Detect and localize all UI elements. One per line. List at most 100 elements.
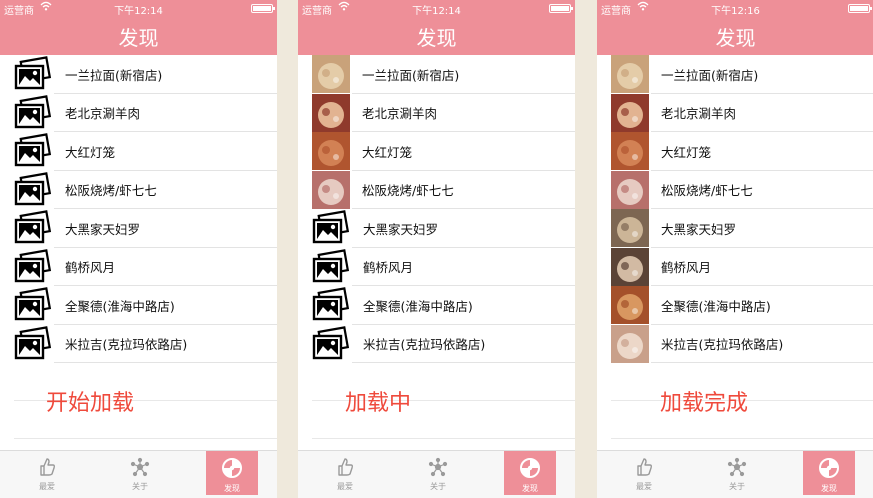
list-item[interactable]: 大红灯笼 — [298, 132, 575, 171]
restaurant-name: 鹤桥风月 — [363, 260, 414, 276]
list-item[interactable]: 大红灯笼 — [0, 132, 277, 171]
row-divider — [312, 438, 575, 439]
list-item[interactable]: 米拉吉(克拉玛依路店) — [0, 325, 277, 363]
restaurant-photo — [611, 324, 649, 363]
tab-favorites[interactable]: 最爱 — [21, 451, 73, 495]
tab-label: 发现 — [224, 484, 240, 493]
discover-icon — [221, 451, 243, 481]
thumbs-up-icon — [335, 451, 355, 479]
tab-label: 发现 — [821, 484, 837, 493]
restaurant-name: 全聚德(淮海中路店) — [65, 298, 175, 314]
tab-bar: 最爱 关于 发现 — [298, 450, 575, 498]
tab-about[interactable]: 关于 — [114, 451, 166, 495]
restaurant-list: 一兰拉面(新宿店) 老北京涮羊肉 大红灯笼松阪烧烤/虾七七大黑家天妇罗 鹤桥风月全聚德… — [597, 55, 873, 363]
phone-screen-2: 运营商 下午12:14 发现 一兰拉面(新宿店) 老北京涮羊肉 大红灯笼 松阪烧烤/虾七七大… — [298, 0, 575, 498]
tab-favorites[interactable]: 最爱 — [319, 451, 371, 495]
restaurant-name: 鹤桥风月 — [661, 260, 712, 276]
tab-discover[interactable]: 发现 — [504, 451, 556, 495]
list-item[interactable]: 鹤桥风月 — [298, 248, 575, 286]
list-item[interactable]: 大红灯笼 — [597, 132, 873, 171]
restaurant-list: 一兰拉面(新宿店) 老北京涮羊肉 大红灯笼松阪烧烤/虾七七大黑家天妇罗鹤桥风月全聚德… — [0, 55, 277, 363]
tab-favorites[interactable]: 最爱 — [618, 451, 670, 495]
restaurant-photo — [312, 55, 350, 94]
phone-screen-3: 运营商 下午12:16 发现 一兰拉面(新宿店) 老北京涮羊肉 大红灯笼松阪烧烤/虾七七大… — [597, 0, 873, 498]
image-placeholder-icon — [13, 210, 53, 246]
discover-icon — [818, 451, 840, 481]
restaurant-name: 大黑家天妇罗 — [363, 221, 439, 237]
tab-about[interactable]: 关于 — [711, 451, 763, 495]
row-divider — [651, 362, 873, 363]
status-bar: 运营商 下午12:14 — [298, 0, 575, 17]
list-item[interactable]: 鹤桥风月 — [0, 248, 277, 286]
battery-icon — [251, 4, 275, 13]
list-item[interactable]: 老北京涮羊肉 — [0, 94, 277, 132]
tab-bar: 最爱 关于 发现 — [597, 450, 873, 498]
nav-title: 发现 — [298, 17, 575, 55]
list-item[interactable]: 老北京涮羊肉 — [597, 93, 873, 132]
thumbs-up-icon — [37, 451, 57, 479]
list-item[interactable]: 米拉吉(克拉玛依路店) — [597, 324, 873, 363]
thumbs-up-icon — [634, 451, 654, 479]
list-item[interactable]: 全聚德(淮海中路店) — [0, 286, 277, 325]
restaurant-name: 鹤桥风月 — [65, 260, 116, 276]
restaurant-photo — [611, 132, 649, 171]
restaurant-name: 大红灯笼 — [65, 144, 116, 160]
restaurant-photo — [611, 170, 649, 209]
restaurant-name: 一兰拉面(新宿店) — [661, 67, 759, 83]
list-item[interactable]: 大黑家天妇罗 — [597, 209, 873, 248]
list-item[interactable]: 全聚德(淮海中路店) — [298, 286, 575, 325]
list-item[interactable]: 米拉吉(克拉玛依路店) — [298, 325, 575, 363]
restaurant-name: 大黑家天妇罗 — [661, 221, 737, 237]
list-item[interactable]: 松阪烧烤/虾七七 — [597, 170, 873, 209]
restaurant-list: 一兰拉面(新宿店) 老北京涮羊肉 大红灯笼 松阪烧烤/虾七七大黑家天妇罗 鹤桥风月全聚德… — [298, 55, 575, 363]
list-item[interactable]: 大黑家天妇罗 — [298, 209, 575, 248]
restaurant-name: 米拉吉(克拉玛依路店) — [65, 337, 188, 353]
list-item[interactable]: 一兰拉面(新宿店) — [298, 55, 575, 94]
restaurant-photo — [611, 247, 649, 286]
list-item[interactable]: 全聚德(淮海中路店) — [597, 286, 873, 325]
network-icon — [130, 451, 150, 479]
restaurant-name: 老北京涮羊肉 — [65, 106, 141, 122]
restaurant-photo — [611, 286, 649, 325]
list-item[interactable]: 大黑家天妇罗 — [0, 209, 277, 248]
list-item[interactable]: 一兰拉面(新宿店) — [597, 55, 873, 94]
tab-label: 发现 — [522, 484, 538, 493]
tab-label: 关于 — [430, 482, 446, 491]
list-item[interactable]: 老北京涮羊肉 — [298, 93, 575, 132]
status-bar: 运营商 下午12:14 — [0, 0, 277, 17]
image-placeholder-icon — [13, 287, 53, 323]
image-placeholder-icon — [13, 94, 53, 131]
list-item[interactable]: 一兰拉面(新宿店) — [0, 55, 277, 94]
restaurant-photo — [611, 209, 649, 248]
restaurant-photo — [611, 93, 649, 132]
list-item[interactable]: 松阪烧烤/虾七七 — [298, 170, 575, 209]
list-item[interactable]: 松阪烧烤/虾七七 — [0, 171, 277, 209]
tab-discover[interactable]: 发现 — [803, 451, 855, 495]
image-placeholder-icon — [13, 56, 53, 92]
restaurant-name: 老北京涮羊肉 — [661, 106, 737, 122]
phone-screen-1: 运营商 下午12:14 发现 一兰拉面(新宿店) 老北京涮羊肉 大红灯笼 松阪烧烤/虾七七大… — [0, 0, 277, 498]
row-divider — [611, 438, 873, 439]
tab-bar: 最爱 关于 发现 — [0, 450, 277, 498]
discover-icon — [519, 451, 541, 481]
status-time: 下午12:16 — [711, 6, 760, 17]
tab-discover[interactable]: 发现 — [206, 451, 258, 495]
restaurant-name: 大红灯笼 — [661, 144, 712, 160]
restaurant-name: 全聚德(淮海中路店) — [661, 298, 771, 314]
restaurant-name: 米拉吉(克拉玛依路店) — [661, 337, 784, 353]
restaurant-photo — [312, 132, 350, 171]
image-placeholder-icon — [311, 210, 351, 246]
status-bar: 运营商 下午12:16 — [597, 0, 873, 17]
list-item[interactable]: 鹤桥风月 — [597, 247, 873, 286]
loading-caption: 加载中 — [345, 391, 412, 416]
network-icon — [428, 451, 448, 479]
restaurant-photo — [312, 170, 350, 209]
restaurant-name: 米拉吉(克拉玛依路店) — [363, 337, 486, 353]
restaurant-name: 松阪烧烤/虾七七 — [65, 183, 157, 199]
tab-about[interactable]: 关于 — [412, 451, 464, 495]
tab-label: 最爱 — [636, 482, 652, 491]
image-placeholder-icon — [13, 133, 53, 169]
nav-title: 发现 — [0, 17, 277, 55]
tab-label: 关于 — [729, 482, 745, 491]
image-placeholder-icon — [311, 287, 351, 323]
